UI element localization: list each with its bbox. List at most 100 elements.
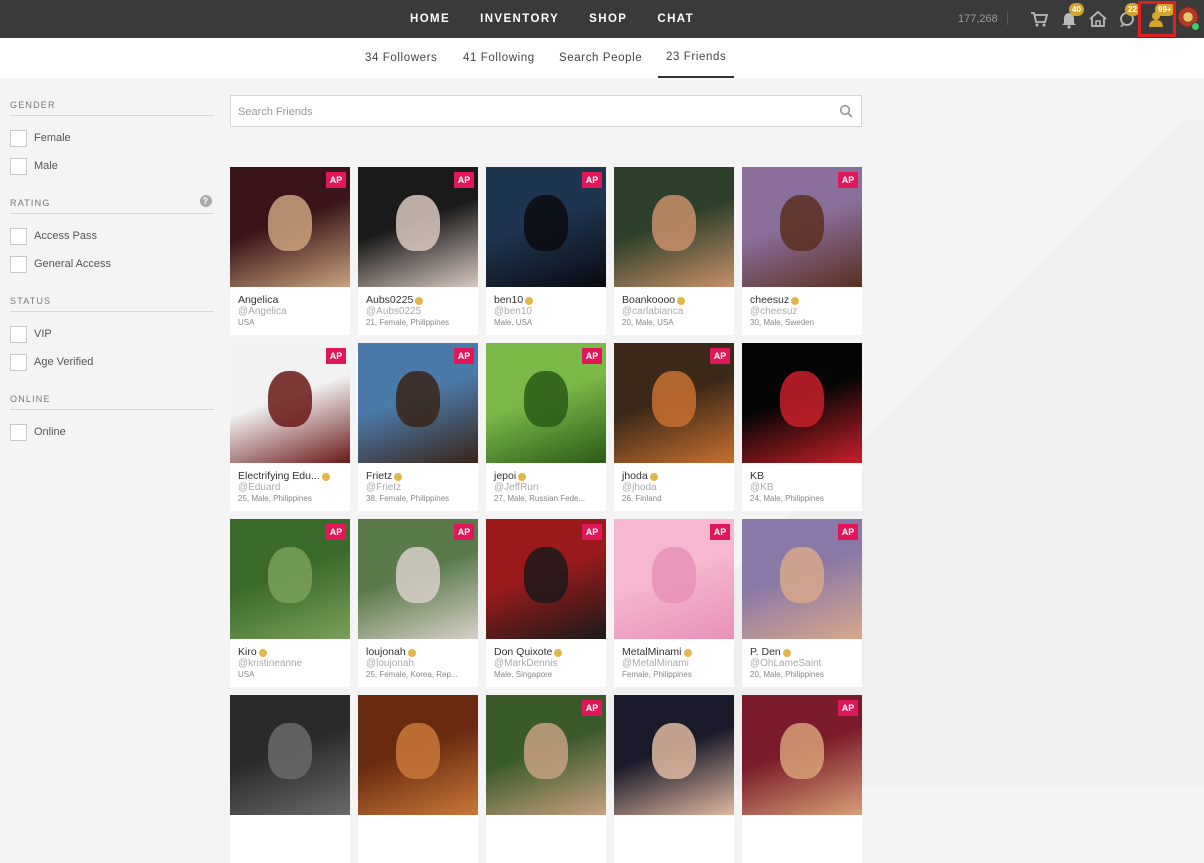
friend-card[interactable]: Boankoooo @carlabianca 20, Male, USA — [614, 167, 734, 335]
friend-username: @jhoda — [622, 482, 657, 493]
filter-access-pass[interactable]: Access Pass — [10, 222, 214, 250]
filter-female[interactable]: Female — [10, 124, 214, 152]
friend-username: @JeffRun — [494, 482, 539, 493]
friend-avatar[interactable]: AP — [358, 343, 478, 463]
avatar-figure — [652, 195, 696, 251]
friend-card[interactable]: KB @KB 24, Male, Philippines — [742, 343, 862, 511]
friend-card[interactable] — [614, 695, 734, 863]
friend-avatar[interactable] — [742, 343, 862, 463]
friend-card[interactable]: AP jepoi @JeffRun 27, Male, Russian Fede... — [486, 343, 606, 511]
friend-name[interactable]: Kiro — [238, 647, 257, 658]
friend-avatar[interactable]: AP — [614, 343, 734, 463]
credits-balance[interactable]: 177,268 — [958, 0, 998, 38]
friend-name[interactable]: Electrifying Edu... — [238, 471, 320, 482]
tab-friends[interactable]: 23 Friends — [658, 38, 735, 78]
ap-badge: AP — [710, 524, 730, 540]
friend-card[interactable]: AP MetalMinami @MetalMinami Female, Philipp… — [614, 519, 734, 687]
nav-home[interactable]: HOME — [410, 0, 450, 38]
friend-name[interactable]: Frietz — [366, 471, 392, 482]
help-icon[interactable]: ? — [200, 195, 212, 207]
friend-avatar[interactable]: AP — [742, 695, 862, 815]
nav-inventory[interactable]: INVENTORY — [480, 0, 559, 38]
friend-info: 25, Male, Philippines — [238, 494, 312, 503]
friend-avatar[interactable]: AP — [230, 343, 350, 463]
vip-crown-icon — [683, 648, 692, 657]
friend-card[interactable]: AP cheesuz @cheesuz 30, Male, Sweden — [742, 167, 862, 335]
friend-card[interactable]: AP Kiro @kristineanne USA — [230, 519, 350, 687]
friend-name[interactable]: jepoi — [494, 471, 516, 482]
friend-name[interactable]: Angelica — [238, 295, 278, 306]
friend-card[interactable]: AP — [742, 695, 862, 863]
friend-avatar[interactable]: AP — [358, 519, 478, 639]
friend-card[interactable]: AP Don Quixote @MarkDennis Male, Singapore — [486, 519, 606, 687]
friend-avatar[interactable]: AP — [486, 695, 606, 815]
filter-age-verified[interactable]: Age Verified — [10, 348, 214, 376]
checkbox[interactable] — [10, 325, 27, 343]
checkbox[interactable] — [10, 157, 27, 175]
friend-avatar[interactable] — [230, 695, 350, 815]
friend-card[interactable]: AP — [486, 695, 606, 863]
vip-crown-icon — [518, 472, 527, 481]
friend-card[interactable]: AP Aubs0225 @Aubs0225 21, Female, Philippin… — [358, 167, 478, 335]
friend-name[interactable]: Boankoooo — [622, 295, 675, 306]
search-icon[interactable] — [839, 104, 853, 118]
checkbox[interactable] — [10, 227, 27, 245]
filter-vip[interactable]: VIP — [10, 320, 214, 348]
friend-avatar[interactable]: AP — [486, 519, 606, 639]
filter-general-access[interactable]: General Access — [10, 250, 214, 278]
friend-card[interactable] — [230, 695, 350, 863]
checkbox[interactable] — [10, 353, 27, 371]
search-friends-box — [230, 95, 862, 128]
friend-avatar[interactable]: AP — [742, 519, 862, 639]
friend-avatar[interactable]: AP — [486, 343, 606, 463]
filter-male[interactable]: Male — [10, 152, 214, 180]
avatar-figure — [780, 195, 824, 251]
friend-avatar[interactable]: AP — [486, 167, 606, 287]
friend-name[interactable]: cheesuz — [750, 295, 789, 306]
friend-card[interactable]: AP P. Den @OhLameSaint 20, Male, Philippine… — [742, 519, 862, 687]
nav-chat[interactable]: CHAT — [657, 0, 694, 38]
friend-avatar[interactable] — [614, 167, 734, 287]
filter-online[interactable]: Online — [10, 418, 214, 446]
friend-avatar[interactable] — [614, 695, 734, 815]
bell-icon[interactable]: 40 — [1058, 3, 1084, 30]
friend-avatar[interactable]: AP — [230, 519, 350, 639]
home-icon[interactable] — [1087, 8, 1109, 30]
checkbox[interactable] — [10, 129, 27, 147]
tab-followers[interactable]: 34 Followers — [365, 38, 437, 78]
friend-avatar[interactable]: AP — [230, 167, 350, 287]
search-input[interactable] — [231, 96, 820, 128]
friend-info: 20, Male, Philippines — [750, 670, 824, 679]
friend-name[interactable]: MetalMinami — [622, 647, 682, 658]
friend-card[interactable]: AP Frietz @Frietz 38, Female, Philippines — [358, 343, 478, 511]
friend-card[interactable]: AP loujonah @loujonah 25, Female, Korea, Re… — [358, 519, 478, 687]
ap-badge: AP — [582, 172, 602, 188]
tab-search-people[interactable]: Search People — [559, 38, 642, 78]
friend-name[interactable]: jhoda — [622, 471, 648, 482]
checkbox[interactable] — [10, 423, 27, 441]
friend-name-row: Kiro — [230, 639, 348, 658]
nav-shop[interactable]: SHOP — [589, 0, 627, 38]
filter-label: Online — [34, 426, 66, 438]
friend-card[interactable]: AP ben10 @ben10 Male, USA — [486, 167, 606, 335]
friend-name[interactable]: P. Den — [750, 647, 781, 658]
chat-bubble-icon[interactable]: 22 — [1116, 3, 1140, 30]
friend-avatar[interactable]: AP — [742, 167, 862, 287]
tab-following[interactable]: 41 Following — [463, 38, 535, 78]
friend-avatar[interactable]: AP — [614, 519, 734, 639]
filter-title: ONLINE — [10, 394, 214, 410]
friend-card[interactable]: AP jhoda @jhoda 26, Finland — [614, 343, 734, 511]
friend-card[interactable]: AP Electrifying Edu... @Eduard 25, Male, Ph… — [230, 343, 350, 511]
friend-avatar[interactable] — [358, 695, 478, 815]
checkbox[interactable] — [10, 255, 27, 273]
friend-card[interactable] — [358, 695, 478, 863]
friend-name[interactable]: ben10 — [494, 295, 523, 306]
friend-card[interactable]: AP Angelica @Angelica USA — [230, 167, 350, 335]
friend-name[interactable]: Aubs0225 — [366, 295, 413, 306]
friend-name[interactable]: KB — [750, 471, 764, 482]
friend-name[interactable]: Don Quixote — [494, 647, 552, 658]
friend-name[interactable]: loujonah — [366, 647, 406, 658]
avatar-figure — [652, 547, 696, 603]
friend-avatar[interactable]: AP — [358, 167, 478, 287]
cart-icon[interactable] — [1028, 8, 1050, 30]
